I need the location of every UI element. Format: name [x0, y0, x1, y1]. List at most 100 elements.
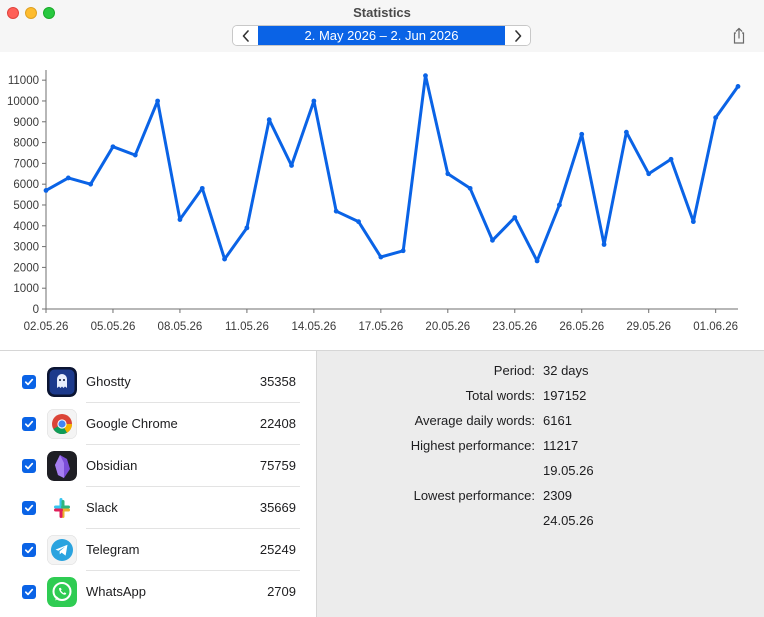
date-range-control: 2. May 2026 – 2. Jun 2026 [232, 25, 531, 46]
stat-value: 32 days [543, 363, 589, 378]
words-line-chart: 0 1000 2000 3000 4000 5000 6000 7000 8000 9000 100… [7, 70, 741, 333]
app-word-count: 35358 [259, 374, 296, 389]
chevron-right-icon [514, 29, 521, 42]
x-tick-label: 29.05.26 [626, 321, 671, 333]
app-checkbox-ghostty[interactable] [22, 375, 36, 389]
app-word-count: 2709 [267, 584, 296, 599]
checkmark-icon [24, 588, 34, 596]
stat-lowest-date: 24.05.26 [317, 513, 764, 533]
data-point [110, 144, 116, 150]
app-name: WhatsApp [86, 584, 146, 599]
data-point [400, 248, 406, 254]
share-button[interactable] [731, 27, 747, 45]
y-tick-label: 9000 [13, 117, 39, 129]
stat-value: 197152 [543, 388, 587, 403]
checkmark-icon [24, 378, 34, 386]
x-tick-label: 05.05.26 [91, 321, 136, 333]
app-checkbox-whatsapp[interactable] [22, 585, 36, 599]
y-tick-label: 0 [33, 304, 39, 316]
data-point [423, 73, 428, 79]
date-range-label[interactable]: 2. May 2026 – 2. Jun 2026 [258, 26, 505, 45]
app-row-whatsapp: WhatsApp 2709 [0, 571, 316, 613]
stat-average-daily: Average daily words: 6161 [317, 413, 764, 433]
app-word-count: 22408 [259, 416, 296, 431]
stat-label: Total words: [465, 388, 535, 403]
next-period-button[interactable] [505, 26, 530, 45]
data-point [735, 84, 741, 89]
title-bar: Statistics 2. May 2026 – 2. Jun 2026 [0, 0, 764, 52]
chart-series [43, 73, 741, 264]
checkmark-icon [24, 546, 34, 554]
stat-period: Period: 32 days [317, 363, 764, 383]
app-checkbox-telegram[interactable] [22, 543, 36, 557]
stat-date: 19.05.26 [543, 463, 594, 478]
y-tick-label: 1000 [13, 283, 39, 295]
data-point [467, 185, 473, 191]
app-row-slack: Slack 35669 [0, 487, 316, 529]
data-point [713, 115, 719, 121]
stat-total-words: Total words: 197152 [317, 388, 764, 408]
stat-label: Average daily words: [414, 413, 535, 428]
data-point [356, 219, 361, 225]
data-point [690, 219, 696, 225]
stat-highest-date: 19.05.26 [317, 463, 764, 483]
y-tick-label: 7000 [13, 158, 39, 170]
stat-label: Lowest performance: [413, 488, 535, 503]
app-word-count: 25249 [259, 542, 296, 557]
stat-date: 24.05.26 [543, 513, 594, 528]
data-point [378, 254, 384, 260]
data-point [43, 188, 49, 193]
y-tick-label: 8000 [13, 138, 39, 150]
x-tick-label: 14.05.26 [291, 321, 336, 333]
data-point [646, 171, 652, 177]
data-point [177, 217, 183, 222]
slack-icon [47, 493, 77, 523]
whatsapp-icon [47, 577, 77, 607]
telegram-icon [47, 535, 77, 565]
ghostty-icon [47, 367, 77, 397]
app-row-telegram: Telegram 25249 [0, 529, 316, 571]
app-checkbox-google-chrome[interactable] [22, 417, 36, 431]
x-tick-label: 17.05.26 [358, 321, 403, 333]
app-list: Ghostty 35358 Google Chrome 22408 Obsidi… [0, 351, 316, 617]
data-point [132, 152, 138, 158]
obsidian-icon [47, 451, 77, 481]
data-point [534, 258, 540, 264]
data-point [244, 225, 250, 231]
data-point [199, 185, 205, 191]
data-point [579, 131, 585, 137]
stat-label: Highest performance: [410, 438, 535, 453]
x-tick-label: 01.06.26 [693, 321, 738, 333]
y-tick-label: 6000 [13, 179, 39, 191]
data-point [668, 156, 674, 162]
x-tick-label: 11.05.26 [225, 321, 269, 333]
y-tick-label: 10000 [7, 96, 39, 108]
data-point [623, 129, 629, 135]
app-row-obsidian: Obsidian 75759 [0, 445, 316, 487]
stat-lowest: Lowest performance: 2309 [317, 488, 764, 508]
data-point [65, 175, 71, 181]
app-row-google-chrome: Google Chrome 22408 [0, 403, 316, 445]
app-word-count: 35669 [259, 500, 296, 515]
y-tick-label: 11000 [8, 75, 39, 87]
app-checkbox-slack[interactable] [22, 501, 36, 515]
data-point [222, 256, 227, 262]
app-name: Slack [86, 500, 118, 515]
x-tick-label: 26.05.26 [559, 321, 604, 333]
share-icon [733, 27, 745, 44]
x-tick-label: 02.05.26 [24, 321, 69, 333]
y-tick-label: 2000 [13, 262, 39, 274]
x-tick-label: 08.05.26 [158, 321, 203, 333]
previous-period-button[interactable] [233, 26, 258, 45]
data-point [557, 202, 562, 208]
y-tick-label: 4000 [13, 221, 39, 233]
checkmark-icon [24, 504, 34, 512]
stat-value: 11217 [543, 438, 579, 453]
window-title: Statistics [353, 5, 411, 20]
data-point [512, 215, 518, 220]
app-checkbox-obsidian[interactable] [22, 459, 36, 473]
data-point [333, 208, 339, 214]
series-line [44, 74, 740, 263]
y-axis: 0 1000 2000 3000 4000 5000 6000 7000 8000 9000 100… [7, 70, 47, 316]
stat-value: 2309 [543, 488, 572, 503]
